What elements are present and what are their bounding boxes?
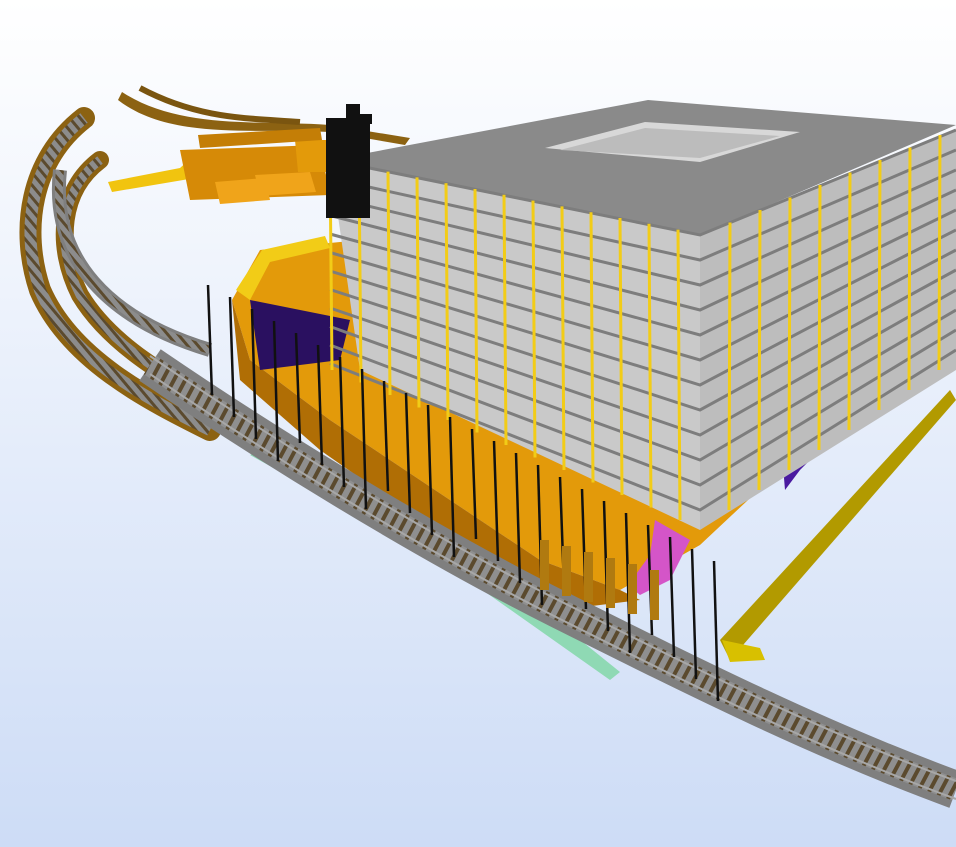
foundation-pile <box>584 552 593 602</box>
foundation-pile <box>650 570 659 620</box>
crane-block[interactable] <box>326 104 372 218</box>
building-column <box>937 134 942 371</box>
scene-canvas[interactable] <box>0 0 956 847</box>
building-column <box>676 229 682 521</box>
foundation-pile <box>628 564 637 614</box>
building-column <box>907 147 912 391</box>
building-column <box>727 222 732 511</box>
building-column <box>502 194 508 446</box>
building-column <box>787 197 792 471</box>
building-column <box>531 200 537 458</box>
building-column <box>560 206 566 471</box>
building-column <box>473 188 479 433</box>
building-column <box>618 217 624 496</box>
building-column <box>847 172 852 431</box>
building-column <box>877 159 882 411</box>
3d-model-viewport[interactable] <box>0 0 956 847</box>
foundation-pile <box>540 540 549 590</box>
building-column <box>415 177 421 408</box>
building-column <box>757 209 762 491</box>
foundation-pile <box>606 558 615 608</box>
foundation-pile <box>562 546 571 596</box>
building-column <box>444 183 450 421</box>
building-column <box>386 171 392 396</box>
building-column <box>817 184 822 451</box>
building-column <box>647 223 653 508</box>
building-column <box>589 212 595 483</box>
